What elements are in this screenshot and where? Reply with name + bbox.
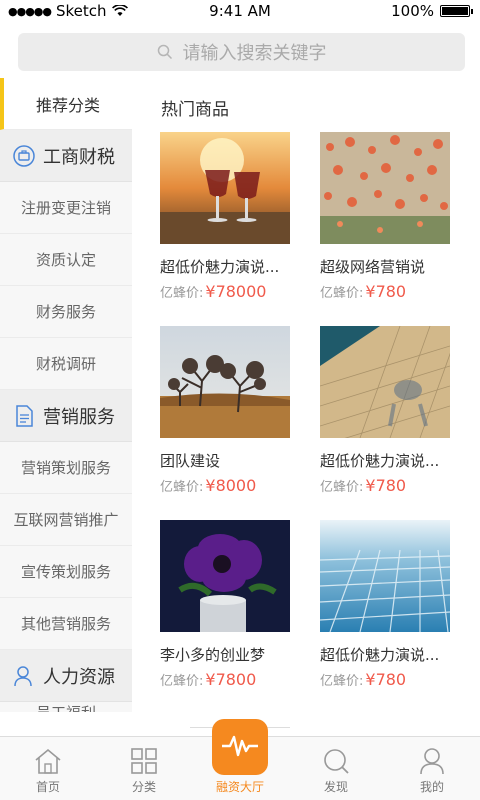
product-name: 超低价魅力演说... xyxy=(320,452,440,470)
sidebar-item-recommended[interactable]: 推荐分类 xyxy=(0,78,132,130)
discover-icon xyxy=(324,749,349,774)
tab-label: 发现 xyxy=(323,780,348,794)
sidebar-group-label: 人力资源 xyxy=(43,666,115,688)
product-name: 超级网络营销说 xyxy=(320,258,426,276)
price-row: 亿蜂价: ¥780 xyxy=(320,282,450,301)
product-price: ¥780 xyxy=(365,476,407,495)
product-price: ¥780 xyxy=(365,670,407,689)
tab-label: 我的 xyxy=(419,780,444,794)
tab-mine[interactable]: 我的 xyxy=(384,737,480,800)
price-label: 亿蜂价: xyxy=(320,674,364,689)
price-label: 亿蜂价: xyxy=(320,480,364,495)
product-card[interactable]: 李小多的创业梦 亿蜂价: ¥7800 xyxy=(160,520,290,689)
product-image-wine xyxy=(160,132,290,244)
sidebar-group-hr[interactable]: 人力资源 xyxy=(0,650,132,702)
product-price: ¥78000 xyxy=(205,282,267,301)
product-name: 李小多的创业梦 xyxy=(160,646,266,664)
product-name: 超低价魅力演说... xyxy=(320,646,440,664)
product-card[interactable]: 超低价魅力演说... 亿蜂价: ¥780 xyxy=(320,326,450,495)
search-bar[interactable]: 请输入搜索关键字 xyxy=(18,33,465,71)
status-right: 100% xyxy=(391,2,473,20)
price-label: 亿蜂价: xyxy=(320,286,364,301)
price-row: 亿蜂价: ¥780 xyxy=(320,670,450,689)
product-card[interactable]: 超级网络营销说 亿蜂价: ¥780 xyxy=(320,132,450,301)
price-label: 亿蜂价: xyxy=(160,674,204,689)
sidebar-item-promotion-plan[interactable]: 宣传策划服务 xyxy=(0,546,132,598)
battery-percent: 100% xyxy=(391,2,434,20)
product-price: ¥7800 xyxy=(205,670,257,689)
tab-label: 分类 xyxy=(131,780,156,794)
product-card[interactable]: 超低价魅力演说... 亿蜂价: ¥78000 xyxy=(160,132,290,301)
sidebar-item-employee-benefits[interactable]: 员工福利 xyxy=(0,702,132,712)
price-row: 亿蜂价: ¥8000 xyxy=(160,476,290,495)
product-card[interactable]: 团队建设 亿蜂价: ¥8000 xyxy=(160,326,290,495)
status-bar: ●●●●● Sketch 9:41 AM 100% xyxy=(0,0,480,22)
sidebar-group-business-tax[interactable]: 工商财税 xyxy=(0,130,132,182)
price-row: 亿蜂价: ¥780 xyxy=(320,476,450,495)
sidebar-group-marketing[interactable]: 营销服务 xyxy=(0,390,132,442)
battery-icon xyxy=(440,5,473,17)
tab-financing-hall[interactable]: 融资大厅 xyxy=(192,719,288,800)
tab-label: 融资大厅 xyxy=(215,780,264,794)
tab-home[interactable]: 首页 xyxy=(0,737,96,800)
sidebar-group-label: 工商财税 xyxy=(43,146,115,168)
sidebar-group-label: 营销服务 xyxy=(43,406,115,428)
sidebar-item-qualification[interactable]: 资质认定 xyxy=(0,234,132,286)
search-placeholder: 请输入搜索关键字 xyxy=(182,43,327,64)
sidebar-item-tax-research[interactable]: 财税调研 xyxy=(0,338,132,390)
sidebar-item-internet-marketing[interactable]: 互联网营销推广 xyxy=(0,494,132,546)
document-icon xyxy=(12,404,36,428)
person-icon xyxy=(12,664,36,688)
sidebar-item-marketing-plan[interactable]: 营销策划服务 xyxy=(0,442,132,494)
bottom-tab-bar: 首页 分类 融资大厅 发现 我的 xyxy=(0,719,480,800)
category-sidebar: 推荐分类 工商财税 注册变更注销 资质认定 财务服务 财税调研 营销服务 营销策… xyxy=(0,78,132,712)
product-price: ¥8000 xyxy=(205,476,257,495)
product-image-mosaic xyxy=(320,326,450,438)
product-image-flowers xyxy=(320,132,450,244)
tab-discover[interactable]: 发现 xyxy=(288,737,384,800)
product-price: ¥780 xyxy=(365,282,407,301)
tab-label: 首页 xyxy=(35,780,60,794)
home-icon xyxy=(35,748,61,774)
product-image-purple-flower xyxy=(160,520,290,632)
product-name: 团队建设 xyxy=(160,452,221,470)
sidebar-item-other-marketing[interactable]: 其他营销服务 xyxy=(0,598,132,650)
briefcase-icon xyxy=(12,144,36,168)
pulse-icon xyxy=(222,735,258,756)
product-card[interactable]: 超低价魅力演说... 亿蜂价: ¥780 xyxy=(320,520,450,689)
financing-hall-button[interactable] xyxy=(212,719,268,775)
user-icon xyxy=(420,748,444,775)
sidebar-item-register[interactable]: 注册变更注销 xyxy=(0,182,132,234)
product-image-blue-tiles xyxy=(320,520,450,632)
section-title: 热门商品 xyxy=(161,100,229,120)
product-name: 超低价魅力演说... xyxy=(160,258,280,276)
grid-icon xyxy=(131,748,157,774)
search-icon xyxy=(157,44,173,60)
price-label: 亿蜂价: xyxy=(160,480,204,495)
price-label: 亿蜂价: xyxy=(160,286,204,301)
tab-category[interactable]: 分类 xyxy=(96,737,192,800)
sidebar-item-finance[interactable]: 财务服务 xyxy=(0,286,132,338)
product-image-trees xyxy=(160,326,290,438)
price-row: 亿蜂价: ¥7800 xyxy=(160,670,290,689)
price-row: 亿蜂价: ¥78000 xyxy=(160,282,290,301)
